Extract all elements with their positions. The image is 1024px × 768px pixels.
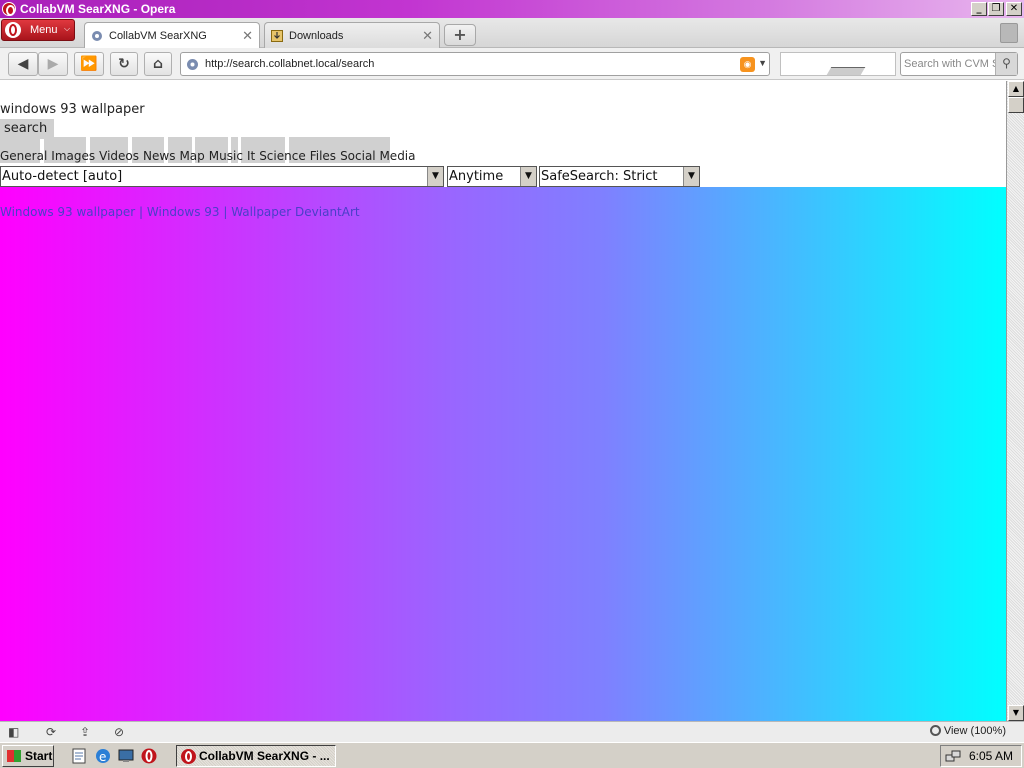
svg-text:e: e: [99, 750, 106, 764]
turbo-icon[interactable]: ⊘: [114, 725, 124, 739]
search-button[interactable]: search: [0, 119, 54, 139]
tab-bar: Menu ⌵ CollabVM SearXNG ✕ Downloads ✕ +: [0, 18, 1024, 49]
tab-videos[interactable]: Videos: [99, 149, 139, 163]
minimize-button[interactable]: _: [971, 2, 987, 16]
search-query-text[interactable]: windows 93 wallpaper: [0, 102, 145, 117]
downloads-icon: [271, 30, 283, 42]
time-range-select[interactable]: Anytime ▼: [447, 166, 537, 187]
chevron-down-icon[interactable]: ▼: [427, 167, 443, 186]
show-desktop-icon[interactable]: [117, 747, 135, 765]
results-gradient-background: [0, 187, 1006, 721]
taskbar-item-label: CollabVM SearXNG - ...: [199, 749, 330, 763]
close-tab-icon[interactable]: ✕: [242, 28, 253, 44]
window-title-bar[interactable]: CollabVM SearXNG - Opera _ ❐ ✕: [0, 0, 1024, 18]
decorative-shape: [826, 67, 866, 75]
close-tab-icon[interactable]: ✕: [422, 28, 433, 44]
safesearch-select[interactable]: SafeSearch: Strict ▼: [539, 166, 700, 187]
zoom-label: View (100%): [943, 725, 1006, 737]
tab-music[interactable]: Music: [209, 149, 243, 163]
menu-label: Menu: [30, 24, 58, 36]
restore-button[interactable]: ❐: [988, 2, 1004, 16]
forward-button[interactable]: ▶: [38, 52, 68, 76]
tab-social-media[interactable]: Social Media: [340, 149, 415, 163]
unite-share-icon[interactable]: ⇪: [80, 725, 90, 739]
zoom-magnifier-icon: [929, 725, 941, 736]
opera-menu-button[interactable]: Menu ⌵: [1, 19, 75, 41]
window-title: CollabVM SearXNG - Opera: [20, 2, 176, 16]
chevron-down-icon: ⌵: [64, 24, 71, 33]
tab-science[interactable]: Science: [259, 149, 306, 163]
tab-map[interactable]: Map: [179, 149, 204, 163]
back-button[interactable]: ◀: [8, 52, 38, 76]
sync-icon[interactable]: ⟳: [46, 725, 56, 739]
chevron-down-icon[interactable]: ▼: [520, 167, 536, 186]
taskbar: Start e CollabVM SearXNG - ... 6:05 AM: [0, 742, 1024, 768]
page-favicon-icon: [92, 31, 102, 41]
tab-downloads[interactable]: Downloads ✕: [264, 22, 440, 48]
tab-it[interactable]: It: [247, 149, 255, 163]
start-label: Start: [25, 749, 53, 763]
opera-logo-icon: [181, 749, 196, 764]
tab-label: Downloads: [289, 30, 344, 42]
tab-collabvm-searxng[interactable]: CollabVM SearXNG ✕: [84, 22, 260, 49]
language-select-value: Auto-detect [auto]: [2, 169, 123, 184]
tab-images[interactable]: Images: [51, 149, 95, 163]
opera-logo-icon: [2, 2, 16, 16]
toolbar-drop-area: [780, 52, 896, 76]
scroll-thumb[interactable]: [1008, 97, 1024, 113]
tab-files[interactable]: Files: [310, 149, 336, 163]
opera-logo-icon: [5, 22, 21, 38]
chevron-down-icon[interactable]: ▼: [683, 167, 699, 186]
address-url: http://search.collabnet.local/search: [205, 58, 375, 70]
taskbar-item-opera[interactable]: CollabVM SearXNG - ...: [176, 745, 336, 767]
tab-label: CollabVM SearXNG: [109, 30, 207, 42]
time-range-value: Anytime: [449, 169, 504, 184]
clock[interactable]: 6:05 AM: [969, 749, 1013, 763]
address-history-dropdown-icon[interactable]: ▼: [758, 58, 767, 68]
home-button[interactable]: ⌂: [144, 52, 172, 76]
close-window-button[interactable]: ✕: [1006, 2, 1022, 16]
language-select[interactable]: Auto-detect [auto] ▼: [0, 166, 444, 187]
page-content: windows 93 wallpaper search General Image…: [0, 81, 1006, 721]
search-placeholder: Search with CVM SearXNG: [904, 58, 996, 70]
rss-feed-icon[interactable]: ◉: [740, 57, 755, 72]
closed-tabs-trash-icon[interactable]: [1000, 23, 1018, 43]
panel-toggle-icon[interactable]: ◧: [8, 725, 19, 739]
windows-logo-icon: [7, 750, 21, 762]
overlapping-results-text[interactable]: Windows 93 wallpaper | Windows 93 | Wall…: [0, 205, 360, 219]
search-icon[interactable]: ⚲: [995, 53, 1017, 75]
scroll-up-arrow-icon[interactable]: ▲: [1008, 81, 1024, 97]
scroll-down-arrow-icon[interactable]: ▼: [1008, 705, 1024, 721]
navigation-bar: ◀ ▶ ⏩ ↻ ⌂ http://search.collabnet.local/…: [0, 48, 1024, 80]
notepad-icon[interactable]: [70, 747, 88, 765]
tab-general[interactable]: General: [0, 149, 47, 163]
network-icon[interactable]: [945, 749, 961, 765]
status-bar: ◧ ⟳ ⇪ ⊘ View (100%): [0, 721, 1024, 742]
fast-forward-button[interactable]: ⏩: [74, 52, 104, 76]
vertical-scrollbar[interactable]: ▲ ▼: [1006, 81, 1024, 721]
reload-button[interactable]: ↻: [110, 52, 138, 76]
search-field[interactable]: Search with CVM SearXNG ⚲: [900, 52, 1018, 76]
tab-news[interactable]: News: [143, 149, 175, 163]
zoom-control[interactable]: View (100%): [929, 725, 1006, 737]
site-favicon-icon: [187, 59, 198, 70]
start-button[interactable]: Start: [2, 745, 54, 767]
opera-launcher-icon[interactable]: [140, 747, 158, 765]
safesearch-value: SafeSearch: Strict: [541, 169, 658, 184]
address-bar[interactable]: http://search.collabnet.local/search ◉ ▼: [180, 52, 770, 76]
category-tabs: General Images Videos News Map Music It Science…: [0, 149, 420, 163]
system-tray: 6:05 AM: [940, 745, 1022, 767]
internet-explorer-icon[interactable]: e: [94, 747, 112, 765]
new-tab-button[interactable]: +: [444, 24, 476, 46]
